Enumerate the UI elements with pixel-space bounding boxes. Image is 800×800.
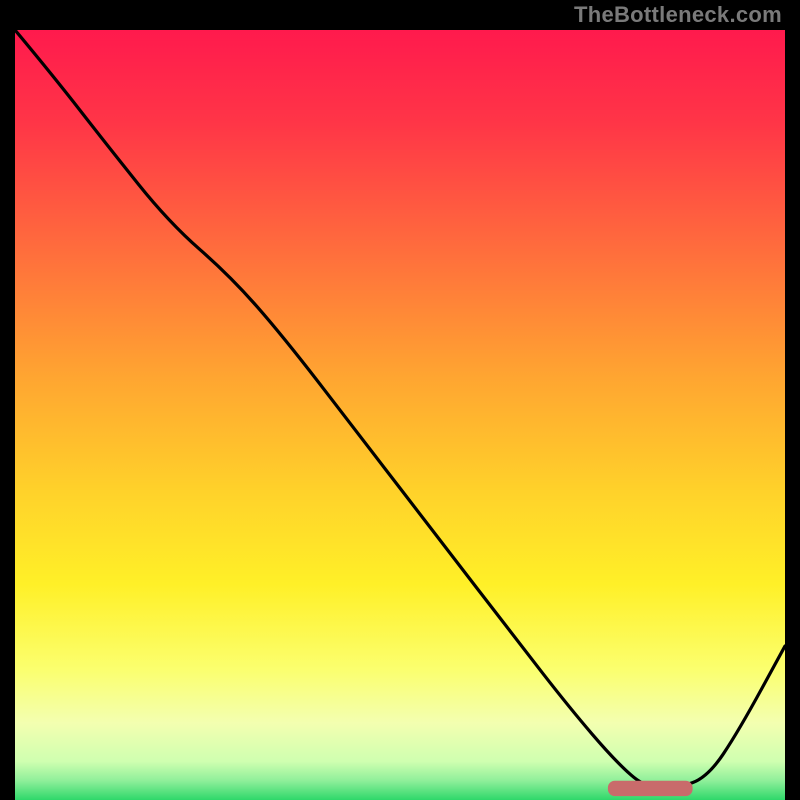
optimal-range-marker [608,781,693,796]
attribution-text: TheBottleneck.com [574,2,782,28]
bottleneck-chart [15,30,785,800]
chart-background [15,30,785,800]
chart-container [15,30,785,800]
